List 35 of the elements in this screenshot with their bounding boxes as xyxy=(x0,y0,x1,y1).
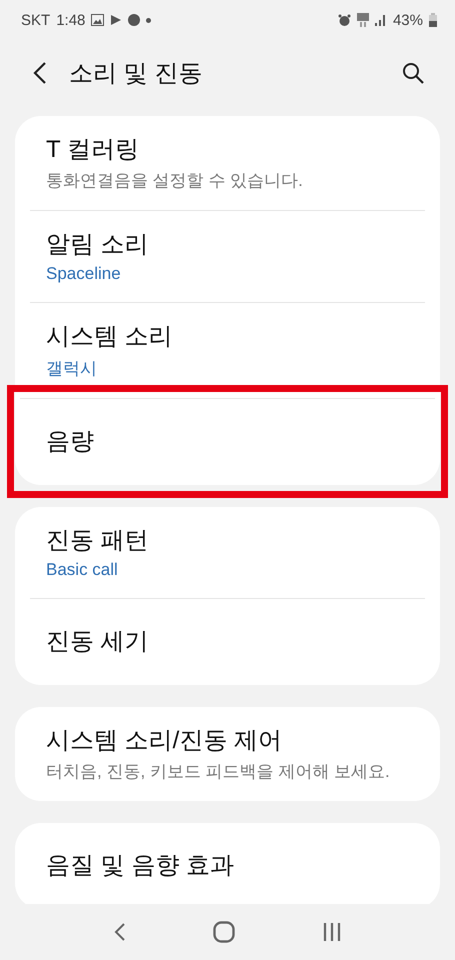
settings-item[interactable]: 음량 xyxy=(20,398,435,485)
circle-icon xyxy=(128,14,140,26)
search-icon[interactable] xyxy=(402,62,424,84)
recent-apps-icon[interactable] xyxy=(322,922,342,942)
item-summary: 통화연결음을 설정할 수 있습니다. xyxy=(46,170,304,192)
settings-item[interactable]: 진동 세기 xyxy=(30,598,425,685)
settings-item[interactable]: 진동 패턴 Basic call xyxy=(30,506,425,598)
settings-item[interactable]: T 컬러링 통화연결음을 설정할 수 있습니다. xyxy=(30,116,425,210)
item-summary: Spaceline xyxy=(46,264,122,284)
settings-item[interactable]: 음질 및 음향 효과 xyxy=(30,822,425,904)
dot-icon xyxy=(146,18,152,22)
item-title: 진동 패턴 xyxy=(46,526,150,556)
play-icon xyxy=(110,14,122,26)
item-summary: 갤럭시 xyxy=(46,358,98,380)
signal-icon xyxy=(374,14,387,26)
battery-icon xyxy=(429,13,437,27)
back-icon[interactable] xyxy=(33,61,47,85)
item-title: T 컬러링 xyxy=(46,135,140,165)
item-title: 음질 및 음향 효과 xyxy=(46,851,236,882)
carrier-text: SKT xyxy=(21,12,50,28)
settings-item[interactable]: 시스템 소리 갤럭시 xyxy=(30,302,425,398)
item-summary: 터치음, 진동, 키보드 피드백을 제어해 보세요. xyxy=(46,760,391,783)
clock-text: 1:48 xyxy=(56,12,86,28)
item-summary: Basic call xyxy=(46,560,119,580)
item-title: 알림 소리 xyxy=(46,230,150,260)
item-title: 시스템 소리/진동 제어 xyxy=(46,726,284,756)
battery-percent-text: 43% xyxy=(392,12,423,28)
item-title: 음량 xyxy=(46,426,95,457)
settings-item[interactable]: 알림 소리 Spaceline xyxy=(30,210,425,302)
item-title: 진동 세기 xyxy=(46,627,150,658)
home-icon[interactable] xyxy=(212,921,234,943)
image-icon xyxy=(91,14,104,26)
page-title: 소리 및 진동 xyxy=(69,59,202,89)
settings-item[interactable]: 시스템 소리/진동 제어 터치음, 진동, 키보드 피드백을 제어해 보세요. xyxy=(30,706,425,801)
item-title: 시스템 소리 xyxy=(46,322,174,352)
